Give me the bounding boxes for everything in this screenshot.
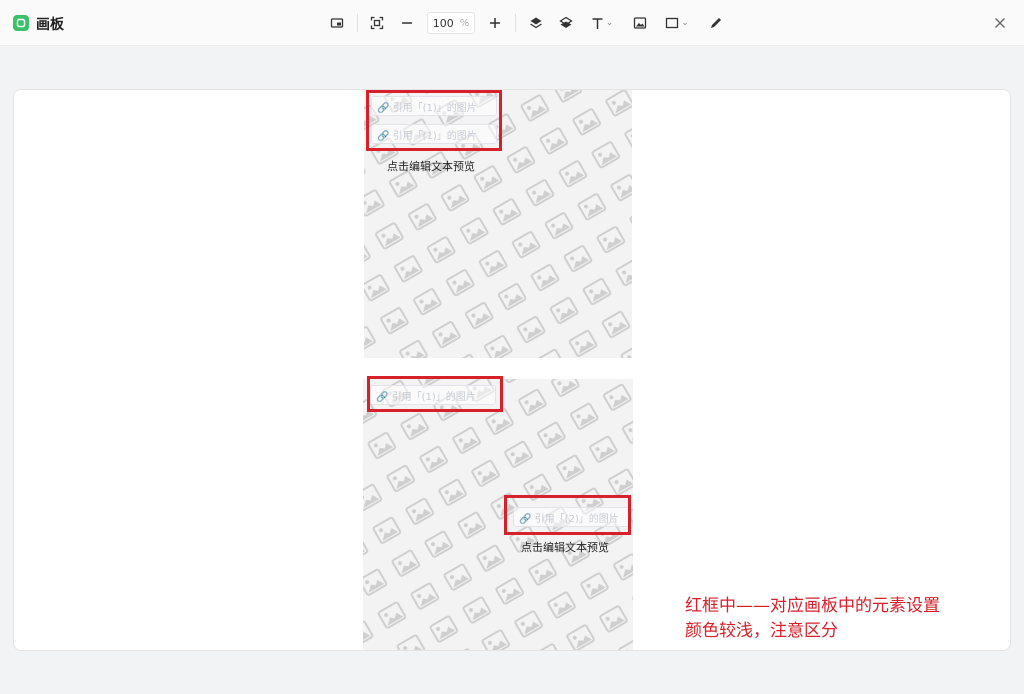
caption-text[interactable]: 点击编辑文本预览 [521, 539, 609, 555]
annotation-line: 颜色较浅，注意区分 [685, 621, 838, 641]
artboard-icon[interactable] [327, 13, 347, 33]
pen-tool-icon[interactable] [706, 13, 726, 33]
text-tool-icon[interactable]: ⌄ [585, 13, 619, 33]
app-title: 画板 [36, 17, 64, 33]
caption-text[interactable]: 点击编辑文本预览 [387, 158, 475, 174]
zoom-input[interactable]: 100 % [427, 12, 475, 34]
fit-screen-icon[interactable] [367, 13, 387, 33]
artboard-canvas[interactable]: 🔗 引用「(1)」的图片 🔗 引用「(1)」的图片 点击编辑文本预览 🔗 引用「… [13, 89, 1011, 651]
toolbar-divider [515, 14, 516, 32]
zoom-unit: % [459, 17, 470, 29]
top-toolbar: 画板 100 % ⌄ ⌄ [0, 0, 1024, 46]
layer-down-icon[interactable] [556, 13, 576, 33]
app-logo-icon [13, 15, 29, 31]
zoom-out-icon[interactable] [397, 13, 417, 33]
highlight-box [367, 376, 503, 412]
zoom-in-icon[interactable] [485, 13, 505, 33]
image-tool-icon[interactable] [630, 13, 650, 33]
annotation-line: 红框中——对应画板中的元素设置 [685, 596, 940, 616]
highlight-box [504, 495, 631, 535]
highlight-box [366, 90, 502, 151]
annotation-note: 红框中——对应画板中的元素设置 颜色较浅，注意区分 [685, 594, 1005, 644]
layer-up-icon[interactable] [526, 13, 546, 33]
close-icon[interactable] [990, 13, 1010, 33]
chevron-down-icon: ⌄ [605, 18, 614, 28]
shape-tool-icon[interactable]: ⌄ [660, 13, 694, 33]
toolbar-divider [357, 14, 358, 32]
chevron-down-icon: ⌄ [681, 18, 689, 28]
zoom-value: 100 [432, 16, 454, 30]
